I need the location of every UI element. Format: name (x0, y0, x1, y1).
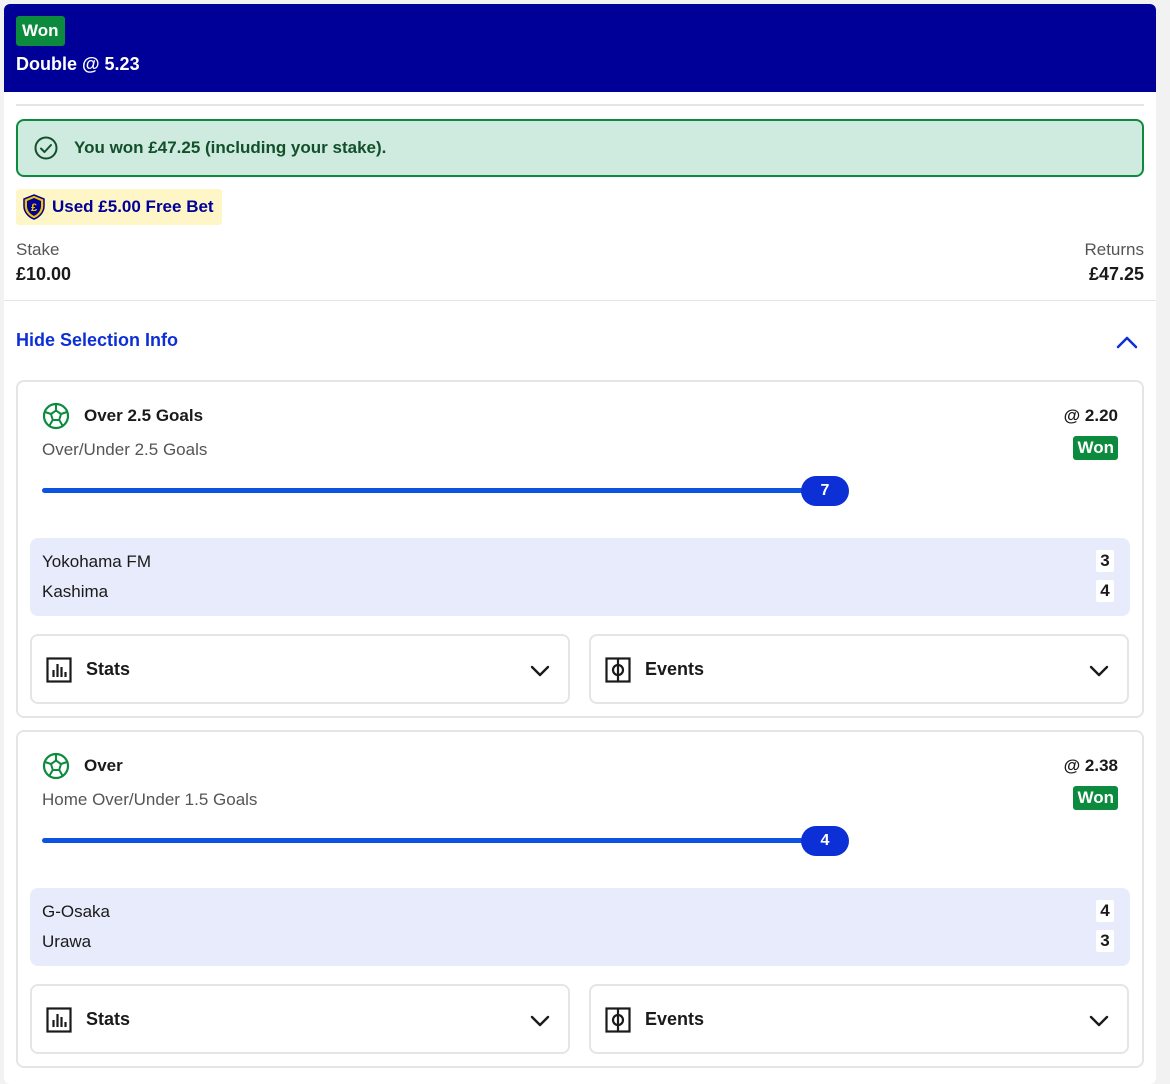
status-badge: Won (1073, 436, 1118, 460)
team-name: G-Osaka (42, 902, 111, 921)
check-circle-icon (34, 136, 58, 160)
returns-value: £47.25 (1088, 264, 1144, 284)
freebet-label: Used £5.00 Free Bet (52, 197, 214, 216)
stake-label: Stake (16, 240, 60, 259)
status-badge: Won (1073, 786, 1118, 810)
pitch-icon (605, 657, 631, 683)
win-banner: You won £47.25 (including your stake). (16, 119, 1144, 177)
stake-value: £10.00 (16, 264, 72, 284)
freebet-badge: £ Used £5.00 Free Bet (16, 189, 222, 225)
bar-chart-icon (46, 1007, 72, 1033)
progress-value: 7 (801, 476, 849, 506)
win-message: You won £47.25 (including your stake). (74, 138, 387, 157)
team-score: 3 (1096, 930, 1114, 952)
bar-chart-icon (46, 657, 72, 683)
stats-dropdown[interactable]: Stats (30, 984, 570, 1054)
team-score: 3 (1096, 550, 1114, 572)
bet-header: Won Double @ 5.23 (4, 4, 1156, 92)
selection-card: Over 2.5 Goals @ 2.20 Over/Under 2.5 Goa… (16, 380, 1144, 718)
stats-dropdown[interactable]: Stats (30, 634, 570, 704)
scoreboard: Yokohama FM 3 Kashima 4 (30, 538, 1130, 616)
shield-pound-icon: £ (23, 194, 45, 220)
status-badge: Won (16, 16, 65, 46)
progress-value: 4 (801, 826, 849, 856)
selection-odds: @ 2.38 (1063, 756, 1118, 775)
svg-text:£: £ (31, 202, 37, 214)
returns-label: Returns (1084, 240, 1144, 259)
progress-bar (42, 488, 842, 493)
divider (16, 104, 1144, 106)
team-score: 4 (1096, 900, 1114, 922)
events-dropdown[interactable]: Events (589, 984, 1129, 1054)
selection-odds: @ 2.20 (1063, 406, 1118, 425)
events-label: Events (645, 659, 705, 679)
chevron-down-icon (1089, 665, 1109, 677)
events-label: Events (645, 1009, 705, 1029)
selection-name: Over (84, 756, 123, 775)
scoreboard: G-Osaka 4 Urawa 3 (30, 888, 1130, 966)
football-icon (42, 402, 70, 430)
stats-label: Stats (86, 1009, 131, 1029)
bet-title: Double @ 5.23 (16, 54, 140, 74)
progress-bar (42, 838, 842, 843)
team-name: Urawa (42, 932, 92, 951)
selection-market: Over/Under 2.5 Goals (42, 440, 208, 459)
hide-selection-info-link[interactable]: Hide Selection Info (16, 330, 178, 351)
divider (4, 300, 1156, 301)
chevron-up-icon[interactable] (1116, 334, 1138, 350)
stats-label: Stats (86, 659, 131, 679)
chevron-down-icon (530, 1015, 550, 1027)
pitch-icon (605, 1007, 631, 1033)
chevron-down-icon (530, 665, 550, 677)
team-name: Yokohama FM (42, 552, 151, 571)
selection-market: Home Over/Under 1.5 Goals (42, 790, 258, 809)
football-icon (42, 752, 70, 780)
chevron-down-icon (1089, 1015, 1109, 1027)
selection-name: Over 2.5 Goals (84, 406, 204, 425)
team-name: Kashima (42, 582, 109, 601)
bet-card: Won Double @ 5.23 You won £47.25 (includ… (4, 4, 1156, 1084)
team-score: 4 (1096, 580, 1114, 602)
selection-card: Over @ 2.38 Home Over/Under 1.5 Goals Wo… (16, 730, 1144, 1068)
events-dropdown[interactable]: Events (589, 634, 1129, 704)
